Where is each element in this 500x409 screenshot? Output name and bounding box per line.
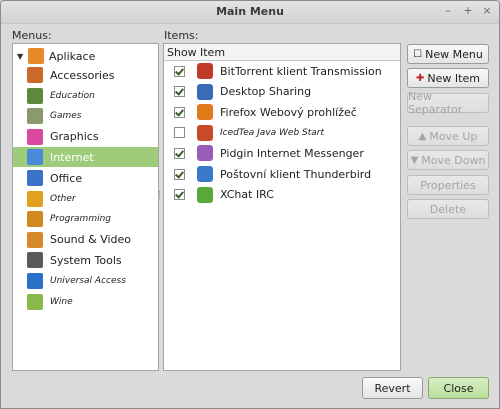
close-icon[interactable]: × xyxy=(480,4,494,18)
items-label: Items: xyxy=(164,29,199,42)
table-row[interactable]: Firefox Webový prohlížeč xyxy=(164,102,400,122)
menu-item-label: Accessories xyxy=(50,68,115,82)
app-icon xyxy=(197,166,213,182)
sound-video-icon xyxy=(27,231,43,248)
show-checkbox[interactable] xyxy=(174,189,185,201)
new-separator-button[interactable]: New Separator xyxy=(407,90,489,116)
menu-item-graphics[interactable]: Graphics xyxy=(13,127,158,147)
new-menu-icon: ☐ xyxy=(413,48,423,60)
table-row[interactable]: XChat IRC xyxy=(164,185,400,205)
other-icon xyxy=(27,190,43,207)
item-label: Pidgin Internet Messenger xyxy=(220,146,364,160)
item-label: Poštovní klient Thunderbird xyxy=(220,167,372,181)
revert-button[interactable]: Revert xyxy=(362,377,423,399)
item-label: XChat IRC xyxy=(220,188,274,202)
menu-item-system-tools[interactable]: System Tools xyxy=(13,250,158,270)
menu-item-internet[interactable]: Internet xyxy=(13,147,158,168)
properties-button[interactable]: Properties xyxy=(407,175,489,195)
menu-item-label: Other xyxy=(50,193,76,204)
move-up-button[interactable]: ▲ Move Up xyxy=(407,126,489,146)
menus-label: Menus: xyxy=(12,29,52,42)
show-checkbox[interactable] xyxy=(174,106,185,118)
menu-item-label: Wine xyxy=(50,296,73,307)
plus-icon: ✚ xyxy=(416,72,425,84)
app-icon xyxy=(197,63,213,79)
education-icon xyxy=(27,87,43,104)
maximize-icon[interactable]: + xyxy=(461,4,475,18)
app-icon xyxy=(197,124,213,141)
menu-item-label: Programming xyxy=(50,214,112,225)
show-checkbox[interactable] xyxy=(174,147,185,159)
table-row[interactable]: Poštovní klient Thunderbird xyxy=(164,164,400,184)
pane-splitter[interactable] xyxy=(159,191,162,199)
column-header-item[interactable]: Item xyxy=(197,44,400,61)
item-label: Desktop Sharing xyxy=(220,85,312,99)
arrow-up-icon: ▲ xyxy=(418,130,427,142)
minimize-icon[interactable]: – xyxy=(441,4,455,18)
menu-item-universal-access[interactable]: Universal Access xyxy=(13,271,158,291)
item-label: IcedTea Java Web Start xyxy=(220,127,325,138)
menu-item-games[interactable]: Games xyxy=(13,106,158,126)
menu-item-label: System Tools xyxy=(50,253,122,267)
new-menu-button[interactable]: ☐ New Menu xyxy=(407,44,489,64)
app-icon xyxy=(197,104,213,121)
menu-item-education[interactable]: Education xyxy=(13,86,158,106)
applications-icon xyxy=(28,48,44,64)
menu-item-label: Sound & Video xyxy=(50,233,132,247)
menu-item-sound-video[interactable]: Sound & Video xyxy=(13,230,158,250)
show-checkbox[interactable] xyxy=(174,65,185,77)
show-checkbox[interactable] xyxy=(174,168,185,180)
menu-item-programming[interactable]: Programming xyxy=(13,209,158,229)
menu-item-label: Internet xyxy=(50,150,94,164)
menu-item-other[interactable]: Other xyxy=(13,189,158,209)
show-checkbox[interactable] xyxy=(174,86,185,98)
app-icon xyxy=(197,186,213,203)
item-label: Firefox Webový prohlížeč xyxy=(220,105,357,119)
menu-root-aplikace[interactable]: ▼ Aplikace xyxy=(17,47,95,65)
menu-item-accessories[interactable]: Accessories xyxy=(13,65,158,85)
expander-icon[interactable]: ▼ xyxy=(17,52,25,61)
title-bar: Main Menu – + × xyxy=(1,1,499,24)
arrow-down-icon: ▼ xyxy=(410,154,419,166)
menu-item-label: Universal Access xyxy=(50,276,126,286)
menu-root-label: Aplikace xyxy=(49,49,96,63)
wine-icon xyxy=(27,293,43,310)
item-label: BitTorrent klient Transmission xyxy=(220,64,382,78)
programming-icon xyxy=(27,211,43,228)
menu-item-label: Games xyxy=(50,111,82,122)
menu-item-label: Graphics xyxy=(50,130,99,144)
menu-item-label: Office xyxy=(50,171,83,185)
app-icon xyxy=(197,145,213,162)
table-row[interactable]: IcedTea Java Web Start xyxy=(164,123,400,143)
main-menu-window: Main Menu – + × Menus: Items: ▼ Aplikace… xyxy=(0,0,500,409)
move-down-button[interactable]: ▼ Move Down xyxy=(407,150,489,170)
show-checkbox[interactable] xyxy=(174,127,185,139)
universal-access-icon xyxy=(27,273,43,289)
menu-item-label: Education xyxy=(50,90,95,101)
menu-item-wine[interactable]: Wine xyxy=(13,292,158,312)
table-row[interactable]: Pidgin Internet Messenger xyxy=(164,143,400,163)
accessories-icon xyxy=(27,67,43,83)
system-tools-icon xyxy=(27,252,43,269)
internet-icon xyxy=(27,149,43,166)
app-icon xyxy=(197,83,213,100)
delete-button[interactable]: Delete xyxy=(407,199,489,219)
graphics-icon xyxy=(27,128,43,145)
new-item-button[interactable]: ✚ New Item xyxy=(407,68,489,88)
window-title: Main Menu xyxy=(216,5,284,18)
menu-item-office[interactable]: Office xyxy=(13,168,158,188)
close-button[interactable]: Close xyxy=(428,377,489,399)
items-table[interactable]: Show Item BitTorrent klient Transmission… xyxy=(163,43,401,371)
column-header-show[interactable]: Show xyxy=(164,44,200,61)
games-icon xyxy=(27,108,43,125)
table-row[interactable]: Desktop Sharing xyxy=(164,82,400,102)
office-icon xyxy=(27,170,43,186)
table-row[interactable]: BitTorrent klient Transmission xyxy=(164,61,400,81)
menus-tree[interactable]: ▼ Aplikace Accessories Education Games Grap… xyxy=(12,43,159,371)
